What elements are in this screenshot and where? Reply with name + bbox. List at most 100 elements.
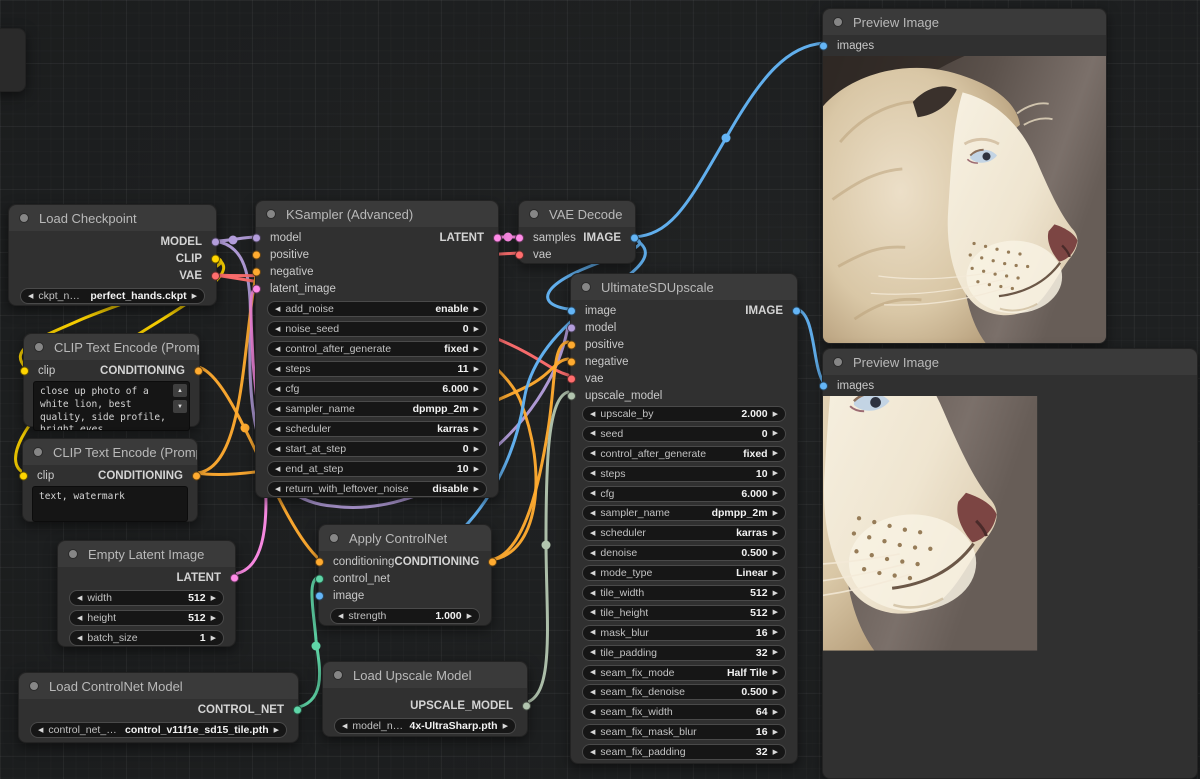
node-clip-text-encode-positive[interactable]: CLIP Text Encode (Prompt) clip CONDITION…: [23, 333, 200, 427]
decrement-arrow-icon[interactable]: ◀: [590, 430, 595, 437]
output-slot[interactable]: CONDITIONING: [98, 467, 197, 484]
decrement-arrow-icon[interactable]: ◀: [590, 649, 595, 656]
increment-arrow-icon[interactable]: ▶: [467, 613, 472, 620]
input-port-icon[interactable]: [567, 391, 576, 400]
increment-arrow-icon[interactable]: ▶: [474, 406, 479, 413]
decrement-arrow-icon[interactable]: ◀: [275, 326, 280, 333]
node-header[interactable]: CLIP Text Encode (Prompt): [24, 334, 199, 360]
decrement-arrow-icon[interactable]: ◀: [590, 550, 595, 557]
increment-arrow-icon[interactable]: ▶: [773, 490, 778, 497]
node-load-controlnet-model[interactable]: Load ControlNet Model CONTROL_NET ◀ cont…: [18, 672, 299, 743]
increment-arrow-icon[interactable]: ▶: [474, 306, 479, 313]
input-slot[interactable]: control_net: [319, 570, 394, 587]
next-arrow-icon[interactable]: ▶: [274, 727, 279, 734]
input-slot[interactable]: model: [571, 319, 662, 336]
input-slot[interactable]: images: [823, 37, 874, 54]
increment-arrow-icon[interactable]: ▶: [474, 466, 479, 473]
node-header[interactable]: VAE Decode: [519, 201, 635, 227]
widget-combo[interactable]: ◀ control_after_generate fixed ▶: [267, 341, 487, 357]
input-slot[interactable]: vae: [519, 246, 576, 263]
decrement-arrow-icon[interactable]: ◀: [275, 446, 280, 453]
decrement-arrow-icon[interactable]: ◀: [590, 709, 595, 716]
decrement-arrow-icon[interactable]: ◀: [275, 426, 280, 433]
widget-combo[interactable]: ◀ scheduler karras ▶: [267, 421, 487, 437]
increment-arrow-icon[interactable]: ▶: [474, 486, 479, 493]
output-port-icon[interactable]: [488, 557, 497, 566]
input-port-icon[interactable]: [819, 41, 828, 50]
increment-arrow-icon[interactable]: ▶: [773, 411, 778, 418]
node-header[interactable]: UltimateSDUpscale: [571, 274, 797, 300]
node-load-checkpoint[interactable]: Load Checkpoint MODEL CLIP VAE ◀ ckpt_na…: [8, 204, 217, 306]
decrement-arrow-icon[interactable]: ◀: [590, 629, 595, 636]
node-preview-image-2[interactable]: Preview Image images: [822, 348, 1198, 779]
widget-combo[interactable]: ◀ tile_padding 32 ▶: [582, 645, 786, 661]
decrement-arrow-icon[interactable]: ◀: [77, 635, 82, 642]
node-ultimate-sd-upscale[interactable]: UltimateSDUpscale image model positive n…: [570, 273, 798, 764]
widget-combo[interactable]: ◀ seam_fix_mask_blur 16 ▶: [582, 724, 786, 740]
output-port-icon[interactable]: [792, 306, 801, 315]
output-port-icon[interactable]: [293, 705, 302, 714]
decrement-arrow-icon[interactable]: ◀: [590, 490, 595, 497]
decrement-arrow-icon[interactable]: ◀: [275, 486, 280, 493]
widget-combo[interactable]: ◀ strength 1.000 ▶: [330, 608, 480, 624]
input-slot[interactable]: negative: [571, 353, 662, 370]
increment-arrow-icon[interactable]: ▶: [773, 629, 778, 636]
decrement-arrow-icon[interactable]: ◀: [77, 595, 82, 602]
output-slot[interactable]: LATENT: [176, 569, 235, 586]
input-port-icon[interactable]: [315, 591, 324, 600]
input-port-icon[interactable]: [567, 357, 576, 366]
increment-arrow-icon[interactable]: ▶: [773, 709, 778, 716]
increment-arrow-icon[interactable]: ▶: [773, 609, 778, 616]
decrement-arrow-icon[interactable]: ◀: [590, 530, 595, 537]
input-slot[interactable]: model: [256, 229, 336, 246]
output-slot[interactable]: CONDITIONING: [100, 362, 199, 379]
widget-combo[interactable]: ◀ control_after_generate fixed ▶: [582, 446, 786, 462]
decrement-arrow-icon[interactable]: ◀: [590, 570, 595, 577]
decrement-arrow-icon[interactable]: ◀: [77, 615, 82, 622]
node-graph-canvas[interactable]: { "icons": { "combo_left": "◀", "combo_r…: [0, 0, 1200, 777]
node-empty-latent-image[interactable]: Empty Latent Image LATENT ◀ width 512 ▶ …: [57, 540, 236, 647]
input-port-icon[interactable]: [567, 323, 576, 332]
widget-combo[interactable]: ◀ return_with_leftover_noise disable ▶: [267, 481, 487, 497]
widget-combo[interactable]: ◀ steps 10 ▶: [582, 466, 786, 482]
input-port-icon[interactable]: [315, 557, 324, 566]
input-slot[interactable]: clip: [23, 467, 54, 484]
widget-combo[interactable]: ◀ width 512 ▶: [69, 590, 224, 606]
widget-combo[interactable]: ◀ seed 0 ▶: [582, 426, 786, 442]
increment-arrow-icon[interactable]: ▶: [773, 669, 778, 676]
input-port-icon[interactable]: [567, 340, 576, 349]
decrement-arrow-icon[interactable]: ◀: [275, 346, 280, 353]
input-port-icon[interactable]: [515, 233, 524, 242]
increment-arrow-icon[interactable]: ▶: [211, 615, 216, 622]
input-slot[interactable]: positive: [571, 336, 662, 353]
decrement-arrow-icon[interactable]: ◀: [590, 510, 595, 517]
input-port-icon[interactable]: [252, 233, 261, 242]
input-port-icon[interactable]: [252, 267, 261, 276]
decrement-arrow-icon[interactable]: ◀: [590, 669, 595, 676]
prev-arrow-icon[interactable]: ◀: [342, 723, 347, 730]
decrement-arrow-icon[interactable]: ◀: [338, 613, 343, 620]
widget-combo[interactable]: ◀ end_at_step 10 ▶: [267, 461, 487, 477]
decrement-arrow-icon[interactable]: ◀: [590, 450, 595, 457]
output-slot[interactable]: IMAGE: [745, 302, 797, 319]
increment-arrow-icon[interactable]: ▶: [773, 590, 778, 597]
input-port-icon[interactable]: [252, 284, 261, 293]
output-port-icon[interactable]: [522, 701, 531, 710]
output-slot[interactable]: CLIP: [160, 250, 216, 267]
input-slot[interactable]: conditioning: [319, 553, 394, 570]
input-slot[interactable]: clip: [24, 362, 55, 379]
widget-file-combo[interactable]: ◀ model_name 4x-UltraSharp.pth ▶: [334, 718, 516, 734]
input-port-icon[interactable]: [819, 381, 828, 390]
increment-arrow-icon[interactable]: ▶: [211, 635, 216, 642]
input-port-icon[interactable]: [515, 250, 524, 259]
decrement-arrow-icon[interactable]: ◀: [275, 386, 280, 393]
decrement-arrow-icon[interactable]: ◀: [590, 590, 595, 597]
widget-combo[interactable]: ◀ seam_fix_padding 32 ▶: [582, 744, 786, 760]
decrement-arrow-icon[interactable]: ◀: [590, 470, 595, 477]
widget-file-combo[interactable]: ◀ ckpt_name perfect_hands.ckpt ▶: [20, 288, 205, 304]
output-port-icon[interactable]: [192, 471, 201, 480]
output-slot[interactable]: IMAGE: [583, 229, 635, 246]
widget-combo[interactable]: ◀ start_at_step 0 ▶: [267, 441, 487, 457]
output-slot[interactable]: UPSCALE_MODEL: [410, 697, 527, 714]
node-load-upscale-model[interactable]: Load Upscale Model UPSCALE_MODEL ◀ model…: [322, 661, 528, 737]
